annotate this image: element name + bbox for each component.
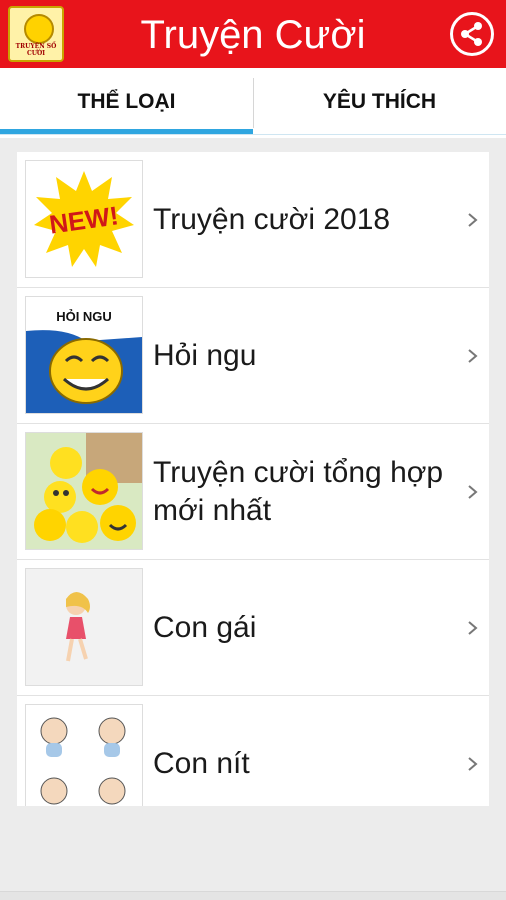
app-bar: TRUYỆN SỐ CƯỜI Truyện Cười [0, 0, 506, 68]
tab-bar: THỂ LOẠI YÊU THÍCH [0, 68, 506, 138]
tab-favorites[interactable]: YÊU THÍCH [253, 68, 506, 138]
tab-baseline [0, 134, 506, 135]
category-thumbnail [25, 704, 143, 806]
app-title: Truyện Cười [140, 13, 366, 57]
category-label: Hỏi ngu [153, 339, 257, 372]
list-item-hoi-ngu[interactable]: HỎI NGU Hỏi ngu [17, 288, 489, 424]
category-thumbnail [25, 568, 143, 686]
chevron-right-icon [468, 485, 478, 499]
list-item-con-nit[interactable]: Con nít [17, 696, 489, 806]
selected-tab-indicator [0, 129, 253, 134]
thumb-caption: HỎI NGU [56, 309, 112, 324]
list-item-truyen-cuoi-2018[interactable]: NEW! Truyện cười 2018 [17, 152, 489, 288]
category-label: Con nít [153, 747, 250, 780]
list-item-tong-hop[interactable]: Truyện cười tổng hợp mới nhất [17, 424, 489, 560]
tab-divider [253, 78, 254, 128]
troll-face-icon: HỎI NGU [26, 297, 142, 413]
category-label: Truyện cười 2018 [153, 203, 391, 236]
chevron-right-icon [468, 621, 478, 635]
cartoon-babies-icon [26, 705, 142, 806]
category-thumbnail: HỎI NGU [25, 296, 143, 414]
bottom-edge [0, 891, 506, 900]
share-icon [461, 22, 482, 46]
category-thumbnail: NEW! [25, 160, 143, 278]
category-label: Truyện cười tổng hợp mới nhất [153, 456, 444, 527]
tab-categories[interactable]: THỂ LOẠI [0, 68, 253, 138]
cartoon-girl-icon [26, 569, 142, 685]
category-list[interactable]: NEW! Truyện cười 2018 HỎI NGU Hỏi ngu Tr… [17, 152, 489, 806]
category-thumbnail [25, 432, 143, 550]
category-label: Con gái [153, 611, 257, 644]
chevron-right-icon [468, 213, 478, 227]
new-burst-icon: NEW! [34, 171, 134, 267]
chevron-right-icon [468, 349, 478, 363]
list-item-con-gai[interactable]: Con gái [17, 560, 489, 696]
share-button[interactable] [450, 12, 494, 56]
chevron-right-icon [468, 757, 478, 771]
emoji-balls-icon [26, 433, 142, 549]
